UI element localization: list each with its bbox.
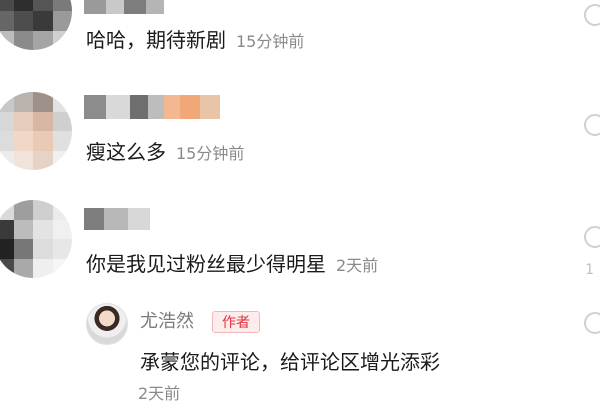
like-icon[interactable]	[584, 4, 600, 26]
like-icon[interactable]	[584, 226, 600, 248]
comment-time: 15分钟前	[236, 32, 305, 51]
reply-time: 2天前	[138, 384, 181, 403]
like-icon[interactable]	[584, 312, 600, 334]
comment-text[interactable]: 瘦这么多 15分钟前	[86, 140, 244, 166]
comment-body: 你是我见过粉丝最少得明星	[86, 252, 326, 276]
author-avatar[interactable]	[86, 303, 128, 345]
like-icon[interactable]	[584, 114, 600, 136]
comment-text[interactable]: 你是我见过粉丝最少得明星 2天前	[86, 252, 378, 278]
avatar-blurred[interactable]	[0, 0, 72, 50]
reply-text[interactable]: 承蒙您的评论，给评论区增光添彩	[140, 349, 440, 375]
comment-text[interactable]: 哈哈，期待新剧 15分钟前	[86, 28, 304, 54]
comment-body: 哈哈，期待新剧	[86, 28, 226, 52]
comment-time: 2天前	[336, 256, 379, 275]
username-blurred[interactable]	[84, 95, 220, 119]
avatar-blurred[interactable]	[0, 92, 72, 170]
comment-body: 瘦这么多	[86, 140, 166, 164]
username-blurred[interactable]	[84, 0, 164, 14]
like-count: 1	[585, 262, 594, 278]
author-badge: 作者	[212, 311, 260, 333]
avatar-blurred[interactable]	[0, 200, 72, 278]
username-blurred[interactable]	[84, 208, 150, 230]
comment-time: 15分钟前	[176, 144, 245, 163]
author-name[interactable]: 尤浩然	[140, 311, 194, 333]
